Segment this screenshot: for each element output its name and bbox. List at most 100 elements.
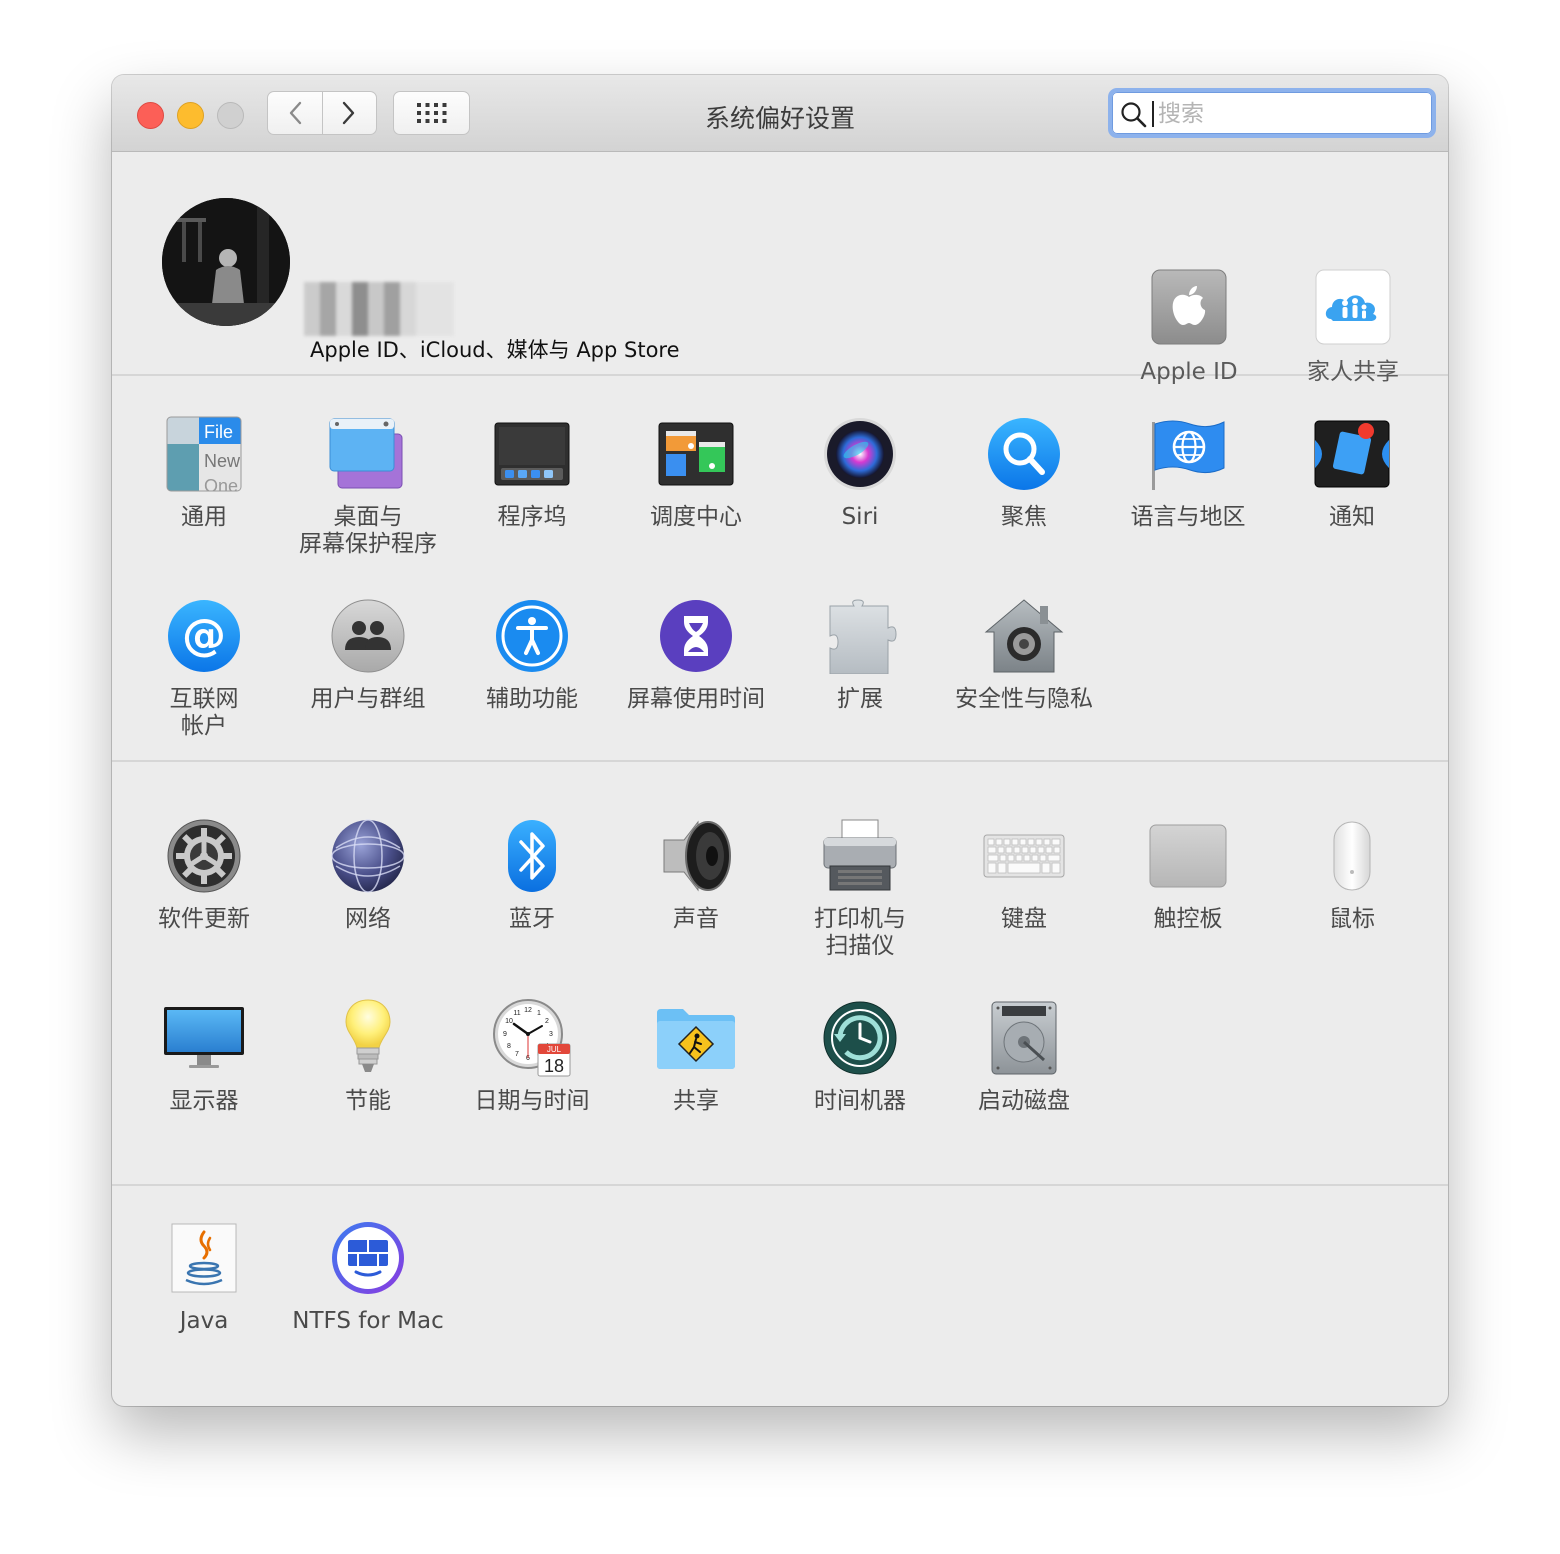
pane-label: 启动磁盘 [978, 1088, 1070, 1114]
hard-disk-icon [991, 1001, 1057, 1075]
pane-sound[interactable]: 声音 [614, 814, 778, 933]
pane-bluetooth[interactable]: 蓝牙 [450, 814, 614, 933]
pane-displays[interactable]: 显示器 [122, 996, 286, 1115]
pane-label: 屏幕使用时间 [627, 686, 765, 712]
system-preferences-window: 系统偏好设置 Apple ID、iCloud、媒体与 A [112, 75, 1448, 1406]
pane-users-groups[interactable]: 用户与群组 [286, 594, 450, 713]
other-section: Java NTFS for Mac [112, 1186, 1448, 1406]
pane-label: 蓝牙 [509, 906, 555, 932]
globe-flag-icon [1152, 420, 1225, 490]
mouse-icon [1333, 821, 1371, 891]
search-field[interactable] [1108, 88, 1436, 138]
search-input[interactable] [1156, 96, 1420, 132]
pane-label: 触控板 [1153, 906, 1223, 932]
general-icon-new-text: New [204, 451, 241, 471]
pane-ntfs-for-mac[interactable]: NTFS for Mac [286, 1216, 450, 1335]
lightbulb-icon [345, 999, 391, 1072]
pane-software-update[interactable]: 软件更新 [122, 814, 286, 933]
pane-label: 用户与群组 [310, 686, 426, 712]
desktop-icon [329, 418, 403, 489]
time-machine-icon [823, 1001, 897, 1075]
notifications-icon [1314, 420, 1390, 488]
pane-startup-disk[interactable]: 启动磁盘 [942, 996, 1106, 1115]
pane-apple-id[interactable]: Apple ID [1107, 265, 1271, 386]
calendar-month: JUL [547, 1045, 562, 1054]
pane-spotlight[interactable]: 聚焦 [942, 412, 1106, 531]
pane-printers-scanners[interactable]: 打印机与 扫描仪 [778, 814, 942, 960]
pane-desktop-screensaver[interactable]: 桌面与 屏幕保护程序 [286, 412, 450, 558]
printer-icon [823, 819, 897, 891]
pane-label: 扩展 [837, 686, 883, 712]
clock-number: 3 [549, 1031, 553, 1038]
pane-screen-time[interactable]: 屏幕使用时间 [614, 594, 778, 713]
apple-logo-icon [1151, 269, 1227, 345]
pane-label: 鼠标 [1329, 906, 1375, 932]
pane-label: 软件更新 [158, 906, 250, 932]
pane-security-privacy[interactable]: 安全性与隐私 [942, 594, 1106, 713]
clock-number: 8 [507, 1043, 511, 1050]
text-caret [1152, 101, 1154, 127]
clock-calendar-icon: 12 1 2 3 4 5 6 7 8 9 10 11 [493, 999, 571, 1077]
pane-label: Siri [841, 504, 879, 530]
general-icon-one-text: One [204, 476, 238, 492]
bluetooth-icon [508, 820, 556, 892]
pane-label: 显示器 [169, 1088, 239, 1114]
general-icon: File New One [166, 416, 242, 492]
clock-number: 2 [545, 1018, 549, 1025]
avatar-photo [162, 198, 290, 326]
pane-label: 安全性与隐私 [955, 686, 1093, 712]
pane-keyboard[interactable]: 键盘 [942, 814, 1106, 933]
pane-family-sharing[interactable]: 家人共享 [1271, 265, 1435, 386]
pane-trackpad[interactable]: 触控板 [1106, 814, 1270, 933]
general-icon-file-text: File [204, 422, 233, 442]
pane-network[interactable]: 网络 [286, 814, 450, 933]
calendar-day: 18 [544, 1056, 564, 1076]
pane-energy-saver[interactable]: 节能 [286, 996, 450, 1115]
personal-preferences-section: File New One 通用 桌面与 屏幕保护程序 程序坞 调度中心 Siri… [112, 376, 1448, 762]
pane-mission-control[interactable]: 调度中心 [614, 412, 778, 531]
hourglass-icon [660, 600, 732, 672]
pane-label: 聚焦 [1001, 504, 1047, 530]
java-icon [171, 1223, 237, 1293]
network-globe-icon [331, 819, 405, 893]
hardware-section: 软件更新 网络 蓝牙 声音 打印机与 扫描仪 键盘 触控板 鼠标 显示器 节能 … [112, 762, 1448, 1186]
clock-number: 12 [524, 1007, 532, 1014]
pane-sharing[interactable]: 共享 [614, 996, 778, 1115]
pane-java[interactable]: Java [122, 1216, 286, 1335]
gear-icon [167, 819, 241, 893]
pane-date-time[interactable]: 12 1 2 3 4 5 6 7 8 9 10 11 [450, 996, 614, 1115]
pane-general[interactable]: File New One 通用 [122, 412, 286, 531]
avatar[interactable] [162, 198, 290, 326]
clock-number: 9 [503, 1031, 507, 1038]
pane-language-region[interactable]: 语言与地区 [1106, 412, 1270, 531]
siri-icon [824, 418, 896, 490]
pane-dock[interactable]: 程序坞 [450, 412, 614, 531]
apple-id-caption: Apple ID、iCloud、媒体与 App Store [310, 338, 680, 362]
pane-notifications[interactable]: 通知 [1270, 412, 1434, 531]
clock-number: 10 [505, 1018, 513, 1025]
security-house-icon [984, 599, 1064, 673]
keyboard-icon [983, 834, 1065, 878]
puzzle-icon [829, 599, 897, 674]
pane-extensions[interactable]: 扩展 [778, 594, 942, 713]
pane-label: 键盘 [1001, 906, 1047, 932]
trackpad-icon [1149, 824, 1227, 888]
pane-label: 互联网 帐户 [169, 686, 239, 739]
pane-label: 节能 [345, 1088, 391, 1114]
pane-label: 辅助功能 [486, 686, 578, 712]
pane-accessibility[interactable]: 辅助功能 [450, 594, 614, 713]
pane-mouse[interactable]: 鼠标 [1270, 814, 1434, 933]
pane-time-machine[interactable]: 时间机器 [778, 996, 942, 1115]
spotlight-icon [988, 418, 1060, 490]
pane-label: 声音 [673, 906, 719, 932]
pane-label: 语言与地区 [1130, 504, 1246, 530]
dock-icon [494, 422, 570, 486]
pane-siri[interactable]: Siri [778, 412, 942, 531]
pane-label: 打印机与 扫描仪 [814, 906, 906, 959]
pane-label: 程序坞 [497, 504, 567, 530]
mission-control-icon [658, 422, 734, 486]
pane-internet-accounts[interactable]: @ 互联网 帐户 [122, 594, 286, 740]
sharing-folder-icon [657, 1009, 735, 1069]
ntfs-icon [332, 1222, 404, 1294]
account-name-blurred [304, 282, 454, 336]
